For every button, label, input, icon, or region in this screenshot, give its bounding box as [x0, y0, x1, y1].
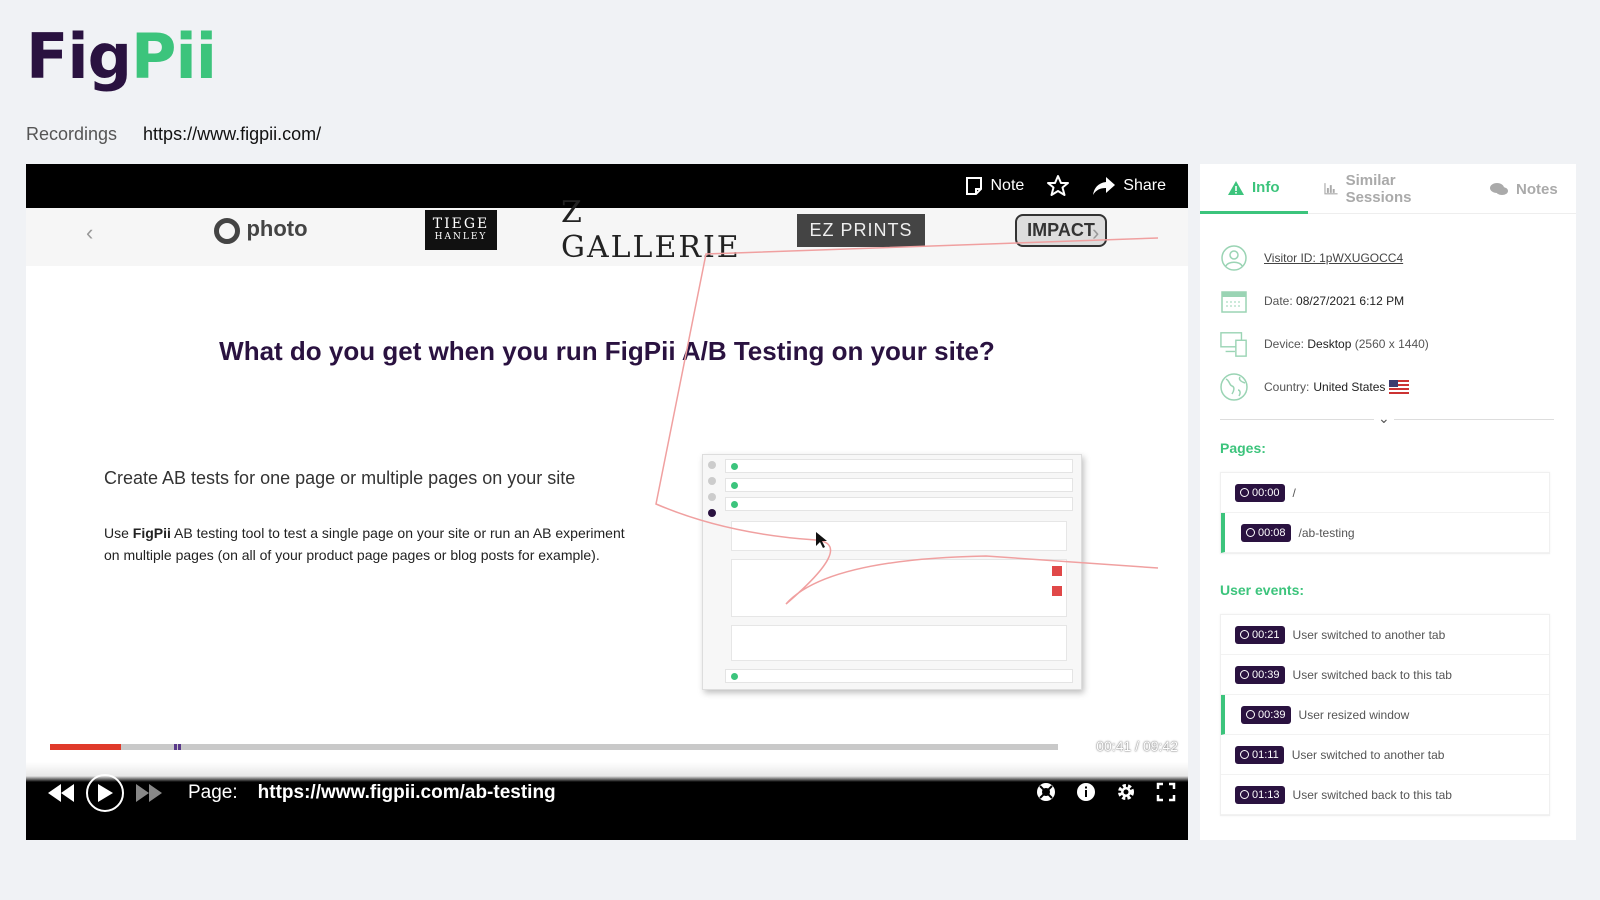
events-list: 00:21 User switched to another tab 00:39… — [1220, 614, 1550, 816]
event-text: User switched back to this tab — [1292, 667, 1452, 682]
playback-timeline[interactable] — [50, 744, 1058, 750]
visitor-id-link[interactable]: Visitor ID: 1pWXUGOCC4 — [1264, 251, 1403, 265]
page-time: 00:00 — [1252, 486, 1280, 499]
us-flag-icon — [1389, 380, 1410, 394]
logo-fig: Fig — [26, 20, 132, 93]
tab-info-label: Info — [1252, 179, 1280, 196]
pages-list: 00:00 / 00:08 /ab-testing — [1220, 472, 1550, 554]
globe-icon — [1220, 373, 1248, 401]
page-path: /ab-testing — [1298, 525, 1355, 540]
event-item[interactable]: 00:39 User switched back to this tab — [1221, 655, 1549, 695]
help-icon[interactable] — [1036, 782, 1056, 802]
page-time: 00:08 — [1258, 526, 1286, 539]
clock-icon — [1246, 528, 1255, 537]
devices-icon — [1220, 332, 1247, 357]
tab-notes-label: Notes — [1516, 180, 1558, 198]
calendar-icon — [1221, 291, 1247, 313]
breadcrumb: Recordings https://www.figpii.com/ — [26, 124, 321, 145]
fullscreen-icon[interactable] — [1156, 782, 1176, 802]
event-time: 01:13 — [1252, 788, 1280, 801]
clock-icon — [1240, 750, 1249, 759]
page-url: https://www.figpii.com/ab-testing — [257, 782, 556, 803]
event-time: 01:11 — [1252, 748, 1279, 761]
event-text: User switched back to this tab — [1292, 787, 1452, 802]
clock-icon — [1240, 488, 1249, 497]
event-item[interactable]: 01:13 User switched back to this tab — [1221, 775, 1549, 815]
clock-icon — [1240, 670, 1249, 679]
play-button[interactable] — [86, 774, 124, 812]
expand-chevron-down-icon[interactable]: ⌄ — [1374, 410, 1394, 427]
tab-info[interactable]: Info — [1200, 164, 1308, 214]
time-badge: 00:08 — [1241, 523, 1291, 542]
device-resolution: (2560 x 1440) — [1354, 337, 1429, 351]
time-badge: 01:11 — [1235, 745, 1284, 764]
country-value: United States — [1313, 380, 1386, 394]
events-title: User events: — [1220, 582, 1305, 598]
time-badge: 01:13 — [1235, 785, 1285, 804]
event-time: 00:39 — [1258, 708, 1286, 721]
date-label: Date: — [1264, 294, 1293, 308]
play-icon — [98, 784, 113, 802]
date-value: 08/27/2021 6:12 PM — [1296, 294, 1405, 308]
tab-similar-label: Similar Sessions — [1345, 172, 1412, 206]
warning-icon — [1228, 180, 1244, 195]
country-row: Country: United States — [1220, 373, 1410, 401]
logo-pii: Pii — [131, 20, 217, 93]
clock-icon — [1240, 630, 1249, 639]
event-time: 00:21 — [1252, 628, 1280, 641]
panel-tabs: Info Similar Sessions Notes — [1200, 164, 1576, 214]
fast-forward-button[interactable] — [136, 784, 162, 802]
session-player: Note Share ‹ photo TIEGE HANLEY Z GALLERI… — [26, 164, 1188, 840]
rewind-icon — [48, 784, 74, 802]
device-row: Device: Desktop (2560 x 1440) — [1220, 330, 1429, 358]
comments-icon — [1490, 183, 1508, 195]
settings-icon[interactable] — [1116, 782, 1136, 802]
info-icon[interactable] — [1076, 782, 1096, 802]
session-info-panel: Info Similar Sessions Notes Visitor ID: … — [1200, 164, 1576, 840]
timeline-activity-bar — [50, 744, 121, 750]
device-label: Device: — [1264, 337, 1305, 351]
event-time: 00:39 — [1252, 668, 1280, 681]
event-text: User switched to another tab — [1292, 627, 1446, 642]
page-path: / — [1292, 485, 1296, 500]
page-item[interactable]: 00:08 /ab-testing — [1221, 513, 1549, 553]
breadcrumb-url[interactable]: https://www.figpii.com/ — [143, 124, 321, 145]
timeline-marker — [174, 744, 177, 750]
event-item[interactable]: 01:11 User switched to another tab — [1221, 735, 1549, 775]
time-badge: 00:21 — [1235, 625, 1285, 644]
page-item[interactable]: 00:00 / — [1221, 473, 1549, 513]
mouse-trail — [655, 237, 1159, 605]
tab-similar-sessions[interactable]: Similar Sessions — [1308, 164, 1476, 214]
date-row: Date: 08/27/2021 6:12 PM — [1220, 287, 1404, 315]
figpii-logo[interactable]: FigPii — [26, 26, 217, 88]
time-badge: 00:00 — [1235, 483, 1285, 502]
clock-icon — [1240, 790, 1249, 799]
timecode: 00:41 / 09:42 — [1096, 738, 1178, 754]
visitor-row: Visitor ID: 1pWXUGOCC4 — [1220, 244, 1403, 272]
cursor-icon — [816, 532, 827, 548]
event-text: User switched to another tab — [1291, 747, 1445, 762]
clock-icon — [1246, 710, 1255, 719]
timeline-marker — [178, 744, 181, 750]
tab-notes[interactable]: Notes — [1476, 164, 1572, 214]
breadcrumb-recordings[interactable]: Recordings — [26, 124, 117, 145]
fast-forward-icon — [136, 784, 162, 802]
time-badge: 00:39 — [1241, 705, 1291, 724]
event-text: User resized window — [1298, 707, 1410, 722]
event-item[interactable]: 00:21 User switched to another tab — [1221, 615, 1549, 655]
device-value: Desktop — [1307, 337, 1352, 351]
time-badge: 00:39 — [1235, 665, 1285, 684]
rewind-button[interactable] — [48, 784, 74, 802]
country-label: Country: — [1264, 380, 1310, 394]
page-label: Page: — [188, 782, 238, 803]
bar-chart-icon — [1324, 183, 1338, 195]
pages-title: Pages: — [1220, 440, 1266, 456]
user-icon — [1221, 245, 1247, 271]
event-item[interactable]: 00:39 User resized window — [1221, 695, 1549, 735]
